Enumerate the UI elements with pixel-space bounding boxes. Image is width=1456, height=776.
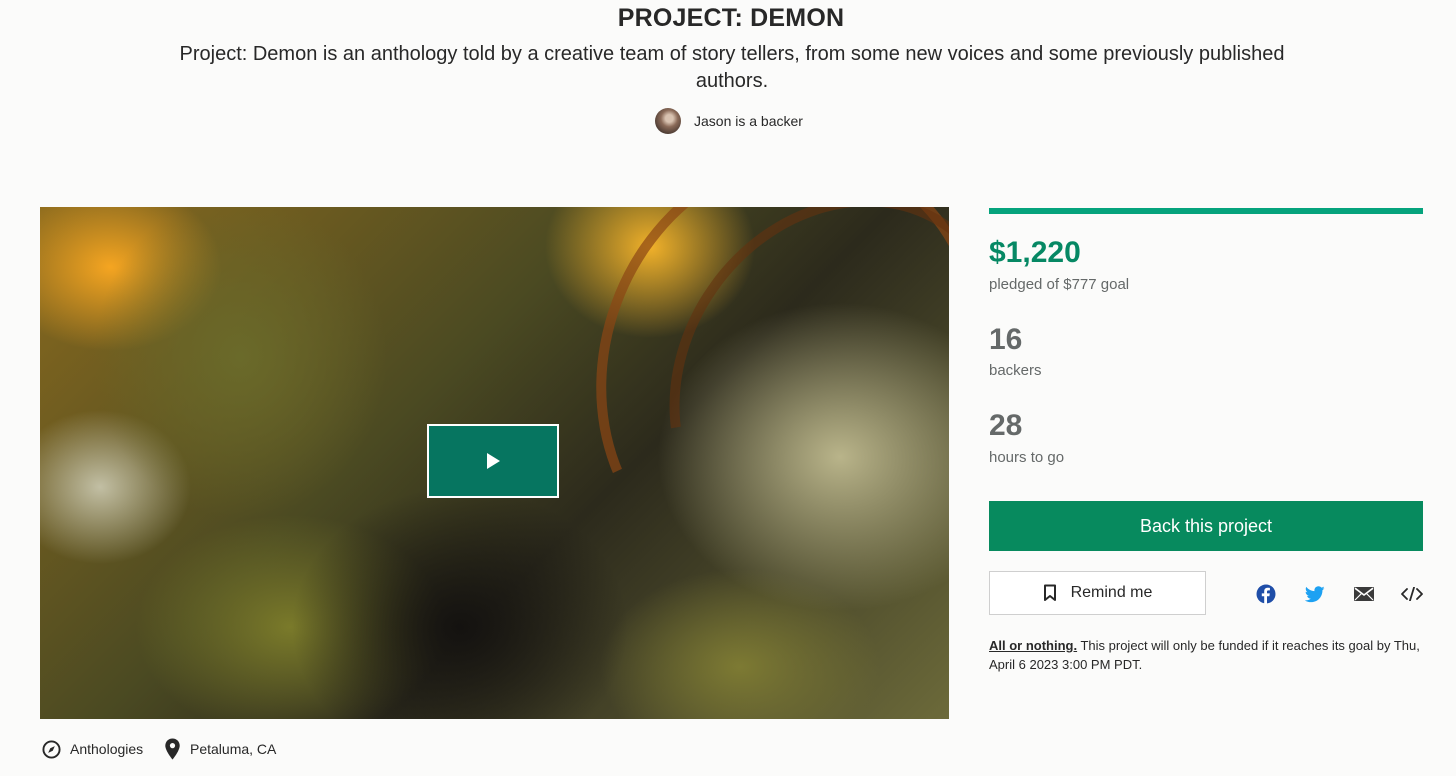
funding-progress-fill [989,208,1423,214]
bookmark-icon [1043,584,1056,601]
backers-count: 16 [989,323,1023,356]
twitter-icon[interactable] [1303,582,1327,606]
location-label: Petaluma, CA [190,741,277,757]
email-icon[interactable] [1352,582,1376,606]
time-left-label: hours to go [989,449,1065,466]
project-video[interactable] [40,207,949,719]
location-link[interactable]: Petaluma, CA [164,737,276,761]
category-link[interactable]: Anthologies [42,737,143,761]
remind-me-label: Remind me [1070,584,1153,601]
facebook-icon[interactable] [1254,582,1278,606]
backers-label: backers [989,362,1042,379]
remind-me-button[interactable]: Remind me [989,571,1206,615]
embed-icon[interactable] [1400,582,1424,606]
backer-note-text: Jason is a backer [694,113,803,129]
location-pin-icon [165,738,180,760]
time-left-count: 28 [989,409,1023,442]
compass-icon [42,739,61,759]
funding-terms: All or nothing. This project will only b… [989,636,1423,674]
funding-progress-bar [989,208,1423,214]
back-project-button[interactable]: Back this project [989,501,1423,551]
category-label: Anthologies [70,741,144,757]
backer-note: Jason is a backer [655,108,803,134]
pledged-label: pledged of $777 goal [989,276,1130,293]
project-blurb: Project: Demon is an anthology told by a… [179,43,1285,92]
avatar [655,108,681,134]
play-video-button[interactable] [427,424,559,498]
play-icon [487,453,500,469]
pledged-amount: $1,220 [989,236,1081,269]
project-title: PROJECT: DEMON [617,4,845,32]
all-or-nothing-link[interactable]: All or nothing. [989,638,1077,653]
